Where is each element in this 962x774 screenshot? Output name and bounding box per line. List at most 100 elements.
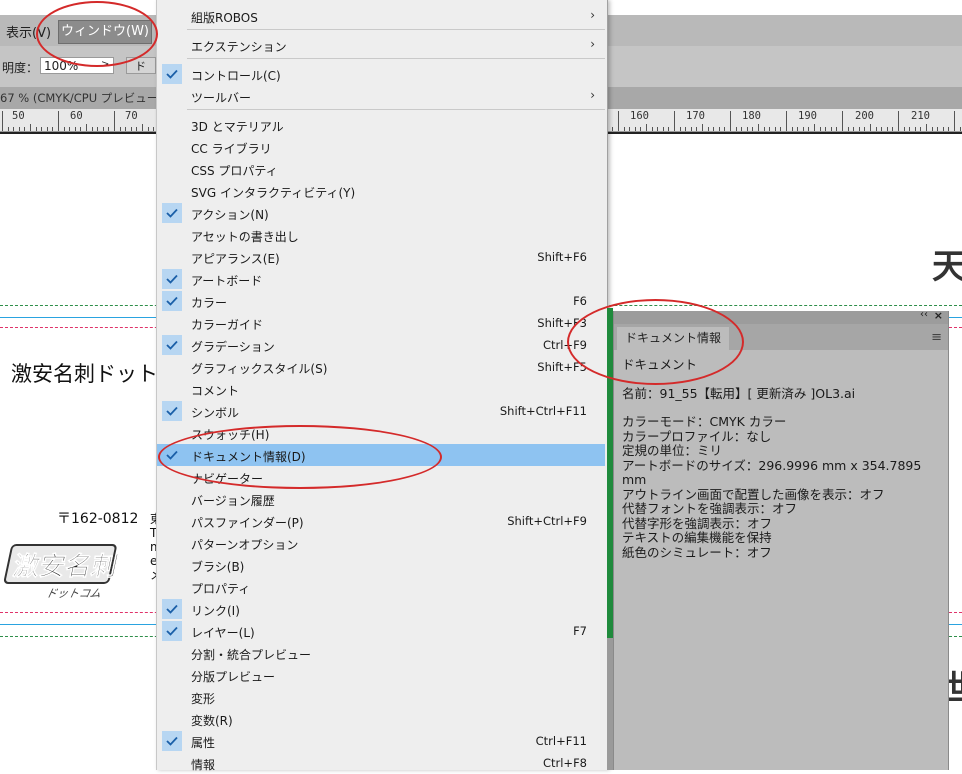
ruler-tick xyxy=(724,127,726,131)
ruler-tick xyxy=(802,127,804,131)
ruler-tick xyxy=(886,127,888,131)
menu-item-label: コントロール(C) xyxy=(191,69,281,83)
menu-item[interactable]: 属性 Ctrl+F11 xyxy=(157,730,605,752)
ruler-tick xyxy=(696,127,698,131)
ruler-label: 210 xyxy=(911,110,930,122)
ruler-tick xyxy=(909,127,911,131)
menu-separator xyxy=(187,109,605,110)
ruler-tick xyxy=(114,111,115,131)
ruler-label: 160 xyxy=(630,110,649,122)
menu-item[interactable]: プロパティ xyxy=(157,576,605,598)
menu-item[interactable]: パターンオプション xyxy=(157,532,605,554)
menu-item[interactable]: パスファインダー(P) Shift+Ctrl+F9 xyxy=(157,510,605,532)
ruler-tick xyxy=(685,127,687,131)
menu-item[interactable]: 変形 xyxy=(157,686,605,708)
menu-item[interactable]: エクステンション › xyxy=(157,34,605,56)
menu-item-label: 情報 xyxy=(191,758,216,772)
ruler-label: 50 xyxy=(12,110,25,122)
menu-item-label: カラーガイド xyxy=(191,318,264,332)
panel-body: ドキュメント 名前：91_55【転用】[ 更新済み ]OL3.ai カラーモード… xyxy=(622,357,942,560)
menu-item[interactable]: カラーガイド Shift+F3 xyxy=(157,312,605,334)
double-chevron-left-icon[interactable]: ‹‹ xyxy=(920,309,928,320)
menu-item-label: ツールバー xyxy=(191,91,252,105)
document-property: カラーモード：CMYK カラー xyxy=(622,414,787,429)
checkmark-icon xyxy=(162,621,182,641)
document-properties: カラーモード：CMYK カラー カラープロファイル：なし 定規の単位：ミリ アートボー… xyxy=(622,414,942,560)
ruler-tick xyxy=(662,127,664,131)
ruler-tick xyxy=(612,127,614,131)
menu-item[interactable]: 分版プレビュー xyxy=(157,664,605,686)
ruler-tick xyxy=(881,127,883,131)
ruler-tick xyxy=(875,127,877,131)
menu-item[interactable]: 変数(R) xyxy=(157,708,605,730)
close-icon[interactable]: × xyxy=(934,309,943,322)
ruler-tick xyxy=(102,127,104,131)
menu-item[interactable]: コントロール(C) xyxy=(157,63,605,85)
ruler-tick xyxy=(769,127,771,131)
menu-item-label: アートボード xyxy=(191,274,263,288)
menu-item[interactable]: アートボード xyxy=(157,268,605,290)
checkmark-icon xyxy=(162,64,182,84)
menu-item[interactable]: 3D とマテリアル xyxy=(157,114,605,136)
ruler-tick xyxy=(623,127,625,131)
document-property: 定規の単位：ミリ xyxy=(622,443,723,458)
annotation-circle xyxy=(158,425,442,489)
menu-item[interactable]: ブラシ(B) xyxy=(157,554,605,576)
menu-item[interactable]: シンボル Shift+Ctrl+F11 xyxy=(157,400,605,422)
menu-item[interactable]: コメント xyxy=(157,378,605,400)
menu-item-label: 変数(R) xyxy=(191,714,233,728)
menu-item[interactable]: アピアランス(E) Shift+F6 xyxy=(157,246,605,268)
menu-item[interactable]: ツールバー › xyxy=(157,85,605,107)
company-name-text[interactable]: 激安名刺ドット xyxy=(11,358,158,388)
menu-item[interactable]: カラー F6 xyxy=(157,290,605,312)
menu-item[interactable]: 組版ROBOS › xyxy=(157,5,605,27)
window-menu-dropdown: 組版ROBOS › エクステンション › コントロール(C) ツールバー › 3D とマテリア… xyxy=(156,0,608,772)
menu-item-label: CSS プロパティ xyxy=(191,164,278,178)
ruler-tick xyxy=(80,127,82,131)
checkmark-icon xyxy=(162,599,182,619)
document-property: 紙色のシミュレート：オフ xyxy=(622,544,772,560)
menu-item-label: グラデーション xyxy=(191,340,275,354)
menu-item[interactable]: リンク(I) xyxy=(157,598,605,620)
menu-item[interactable]: CSS プロパティ xyxy=(157,158,605,180)
document-tab-label: 67 % (CMYK/CPU プレビュー) xyxy=(0,91,163,105)
menu-item-shortcut: Shift+Ctrl+F9 xyxy=(507,514,587,528)
postal-code-text[interactable]: 〒162-0812 xyxy=(57,508,138,528)
ruler-tick xyxy=(18,127,20,131)
menu-item[interactable]: アクション(N) xyxy=(157,202,605,224)
menu-item-label: パスファインダー(P) xyxy=(191,516,304,530)
ruler-tick xyxy=(898,111,899,131)
document-property: 代替字形を強調表示：オフ xyxy=(622,515,773,531)
artboard-text-ten[interactable]: 天 xyxy=(932,239,962,288)
menu-item[interactable]: SVG インタラクティビティ(Y) xyxy=(157,180,605,202)
menu-item[interactable]: アセットの書き出し xyxy=(157,224,605,246)
menu-item[interactable]: グラデーション Ctrl+F9 xyxy=(157,334,605,356)
menu-item[interactable]: バージョン履歴 xyxy=(157,488,605,510)
ruler-tick xyxy=(825,127,827,131)
ruler-tick xyxy=(797,127,799,131)
menu-item-label: SVG インタラクティビティ(Y) xyxy=(191,186,356,200)
menu-item[interactable]: グラフィックスタイル(S) Shift+F5 xyxy=(157,356,605,378)
menu-item-shortcut: F6 xyxy=(573,294,587,308)
menu-item[interactable]: 分割・統合プレビュー xyxy=(157,642,605,664)
ruler-label: 70 xyxy=(125,110,138,122)
annotation-circle xyxy=(36,1,158,67)
ruler-tick xyxy=(746,127,748,131)
checkmark-icon xyxy=(162,335,182,355)
menu-item[interactable]: CC ライブラリ xyxy=(157,136,605,158)
menu-item[interactable]: 情報 Ctrl+F8 xyxy=(157,752,605,774)
ruler-tick xyxy=(718,127,720,131)
menu-item-label: アピアランス(E) xyxy=(191,252,280,266)
ruler-label: 170 xyxy=(686,110,705,122)
menu-item[interactable]: レイヤー(L) F7 xyxy=(157,620,605,642)
ruler-tick xyxy=(780,127,782,131)
menu-item-label: リンク(I) xyxy=(191,604,240,618)
hamburger-menu-icon[interactable]: ≡ xyxy=(931,330,942,345)
company-logo[interactable]: 激安名刺 ドットコム xyxy=(0,537,120,605)
ruler-tick xyxy=(707,127,709,131)
ruler-label: 60 xyxy=(70,110,83,122)
ruler-label: 190 xyxy=(798,110,817,122)
menu-item-label: シンボル xyxy=(191,406,240,420)
ruler-tick xyxy=(774,127,776,131)
opacity-label: 明度： xyxy=(2,61,39,75)
